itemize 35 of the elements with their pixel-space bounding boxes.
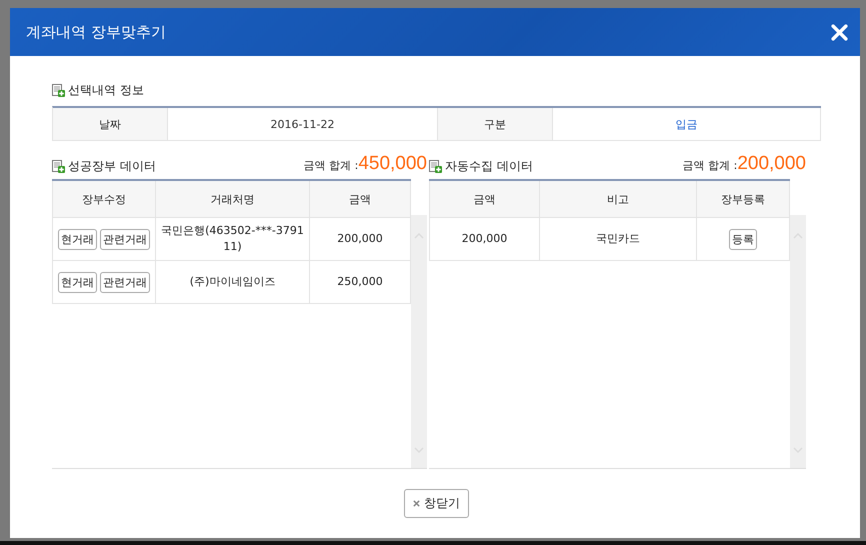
total-label: 금액 합계 : <box>304 158 358 173</box>
action-button[interactable]: 현거래 <box>58 228 97 250</box>
register-button[interactable]: 등록 <box>729 228 757 250</box>
column-header: 장부수정 <box>52 180 156 218</box>
scrollbar[interactable] <box>790 215 806 468</box>
action-button[interactable]: 현거래 <box>58 272 97 292</box>
total-amount: 450,000 <box>358 153 427 175</box>
scrollbar[interactable] <box>411 215 427 468</box>
close-icon <box>413 500 420 507</box>
field-value: 입금 <box>553 108 821 141</box>
table-cell: 국민은행(463502-***-379111) <box>156 218 310 260</box>
window-title: 계좌내역 장부맞추기 <box>26 22 166 42</box>
column-header: 장부등록 <box>696 180 790 218</box>
total-amount: 200,000 <box>737 153 806 175</box>
section-title: 선택내역 정보 <box>68 82 144 99</box>
close-button[interactable]: 창닫기 <box>404 489 469 518</box>
close-icon[interactable] <box>831 24 848 40</box>
table-cell: (주)마이네임이즈 <box>156 260 310 304</box>
field-label: 날짜 <box>53 108 168 141</box>
field-label: 구분 <box>438 108 553 141</box>
document-add-icon <box>52 84 65 97</box>
field-value: 2016-11-22 <box>168 108 438 141</box>
table-cell: 200,000 <box>430 218 540 260</box>
action-button[interactable]: 관련거래 <box>100 272 150 292</box>
column-header: 금액 <box>310 180 410 218</box>
column-header: 비고 <box>540 180 696 218</box>
section-title: 자동수집 데이터 <box>445 158 533 175</box>
document-add-icon <box>52 160 65 173</box>
table-cell: 국민카드 <box>540 218 696 260</box>
action-button[interactable]: 관련거래 <box>100 228 150 250</box>
section-title: 성공장부 데이터 <box>68 158 156 175</box>
column-header: 거래처명 <box>156 180 310 218</box>
total-label: 금액 합계 : <box>682 158 738 173</box>
document-add-icon <box>429 160 442 173</box>
column-header: 금액 <box>430 180 540 218</box>
